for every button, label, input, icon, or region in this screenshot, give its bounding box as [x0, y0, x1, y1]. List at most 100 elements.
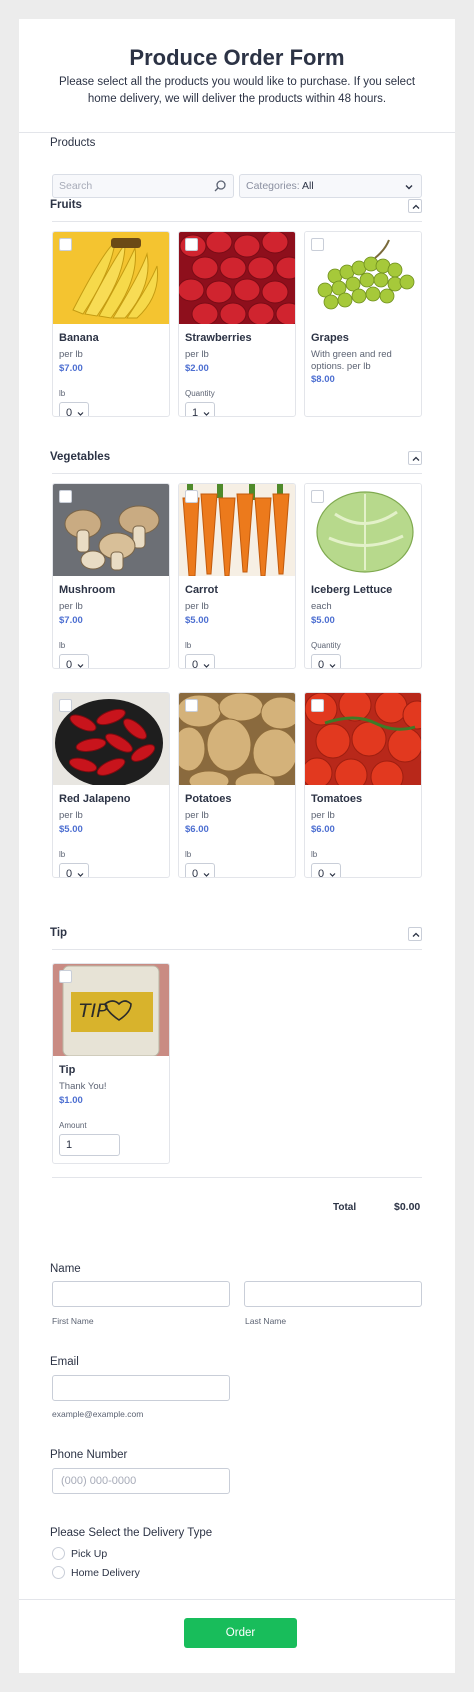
product-name: Strawberries: [185, 332, 252, 344]
product-price: $7.00: [59, 615, 83, 626]
product-card-banana[interactable]: Banana per lb $7.00 lb 0: [52, 231, 170, 417]
quantity-select[interactable]: 0: [59, 863, 89, 877]
product-checkbox[interactable]: [311, 699, 324, 712]
product-checkbox[interactable]: [59, 490, 72, 503]
chevron-down-icon: [77, 873, 84, 877]
categories-select[interactable]: Categories: All: [239, 174, 422, 198]
categories-label: Categories: All: [246, 180, 314, 192]
chevron-down-icon: [203, 873, 210, 877]
product-name: Tomatoes: [311, 793, 363, 805]
product-card-red-jalapeno[interactable]: Red Jalapeno per lb $5.00 lb 0: [52, 692, 170, 878]
product-checkbox[interactable]: [59, 970, 72, 983]
quantity-select[interactable]: 0: [185, 863, 215, 877]
product-desc: per lb: [59, 349, 83, 360]
quantity-label: lb: [185, 850, 192, 859]
email-input[interactable]: [52, 1375, 230, 1401]
tip-amount-input[interactable]: 1: [59, 1134, 120, 1156]
phone-placeholder: (000) 000-0000: [61, 1475, 137, 1487]
chevron-down-icon: [329, 873, 336, 877]
product-price: $1.00: [59, 1095, 83, 1106]
fruits-collapse-button[interactable]: [408, 199, 422, 213]
form-header: Produce Order Form Please select all the…: [19, 19, 455, 133]
product-name: Banana: [59, 332, 99, 344]
product-price: $6.00: [185, 824, 209, 835]
section-divider: [52, 949, 422, 950]
quantity-select[interactable]: 0: [311, 654, 341, 668]
section-divider: [52, 473, 422, 474]
chevron-up-icon: [412, 932, 420, 937]
product-name: Carrot: [185, 584, 219, 596]
product-price: $2.00: [185, 363, 209, 374]
quantity-select[interactable]: 0: [59, 402, 89, 416]
chevron-down-icon: [77, 412, 84, 416]
quantity-select[interactable]: 0: [185, 654, 215, 668]
quantity-select[interactable]: 0: [311, 863, 341, 877]
email-sublabel: example@example.com: [52, 1409, 144, 1419]
amount-label: Amount: [59, 1121, 87, 1130]
total-label: Total: [333, 1202, 357, 1213]
quantity-select[interactable]: 0: [59, 654, 89, 668]
product-checkbox[interactable]: [185, 238, 198, 251]
product-desc: Thank You!: [59, 1081, 107, 1092]
product-price: $6.00: [311, 824, 335, 835]
product-checkbox[interactable]: [185, 490, 198, 503]
chevron-down-icon: [203, 664, 210, 668]
product-name: Tip: [59, 1064, 76, 1076]
product-card-mushroom[interactable]: Mushroom per lb $7.00 lb 0: [52, 483, 170, 669]
chevron-down-icon: [405, 185, 413, 190]
quantity-label: Quantity: [185, 389, 215, 398]
product-price: $7.00: [59, 363, 83, 374]
product-desc: per lb: [185, 810, 209, 821]
product-checkbox[interactable]: [311, 490, 324, 503]
product-card-potatoes[interactable]: Potatoes per lb $6.00 lb 0: [178, 692, 296, 878]
product-card-iceberg-lettuce[interactable]: Iceberg Lettuce each $5.00 Quantity 0: [304, 483, 422, 669]
radio-home-delivery-label[interactable]: Home Delivery: [71, 1567, 140, 1579]
product-desc: per lb: [59, 601, 83, 612]
first-name-input[interactable]: [52, 1281, 230, 1307]
order-button[interactable]: Order: [184, 1618, 297, 1648]
tip-heading: Tip: [50, 927, 68, 939]
first-name-sublabel: First Name: [52, 1316, 94, 1326]
quantity-label: Quantity: [311, 641, 341, 650]
chevron-up-icon: [412, 456, 420, 461]
tip-jar-text: TIP: [79, 1000, 108, 1022]
last-name-sublabel: Last Name: [245, 1316, 287, 1326]
search-icon[interactable]: [213, 179, 227, 193]
product-price: $5.00: [185, 615, 209, 626]
product-price: $5.00: [59, 824, 83, 835]
product-checkbox[interactable]: [311, 238, 324, 251]
product-desc: per lb: [185, 349, 209, 360]
form-footer: Order: [19, 1599, 455, 1673]
product-name: Red Jalapeno: [59, 793, 131, 805]
radio-pick-up-label[interactable]: Pick Up: [71, 1548, 107, 1560]
product-card-carrot[interactable]: Carrot per lb $5.00 lb 0: [178, 483, 296, 669]
radio-pick-up[interactable]: [52, 1547, 65, 1560]
chevron-down-icon: [77, 664, 84, 668]
name-label: Name: [50, 1263, 81, 1275]
product-checkbox[interactable]: [185, 699, 198, 712]
search-input[interactable]: Search: [52, 174, 234, 198]
product-card-grapes[interactable]: Grapes With green and red options. per l…: [304, 231, 422, 417]
tip-collapse-button[interactable]: [408, 927, 422, 941]
product-card-tomatoes[interactable]: Tomatoes per lb $6.00 lb 0: [304, 692, 422, 878]
vegetables-heading: Vegetables: [50, 451, 111, 463]
quantity-label: lb: [59, 641, 66, 650]
product-name: Grapes: [311, 332, 349, 344]
quantity-select[interactable]: 1: [185, 402, 215, 416]
product-price: $8.00: [311, 374, 335, 385]
section-divider: [52, 1177, 422, 1178]
product-card-strawberries[interactable]: Strawberries per lb $2.00 Quantity 1: [178, 231, 296, 417]
form-card: Produce Order Form Please select all the…: [19, 19, 455, 1673]
vegetables-collapse-button[interactable]: [408, 451, 422, 465]
product-card-tip[interactable]: TIP Tip Thank You! $1.00 Amount 1: [52, 963, 170, 1164]
product-desc: With green and red options. per lb: [311, 349, 392, 372]
page-title: Produce Order Form: [129, 45, 345, 70]
product-name: Iceberg Lettuce: [311, 584, 393, 596]
radio-home-delivery[interactable]: [52, 1566, 65, 1579]
phone-input[interactable]: (000) 000-0000: [52, 1468, 230, 1494]
chevron-down-icon: [203, 412, 210, 416]
product-checkbox[interactable]: [59, 699, 72, 712]
last-name-input[interactable]: [244, 1281, 422, 1307]
quantity-label: lb: [59, 850, 66, 859]
product-checkbox[interactable]: [59, 238, 72, 251]
